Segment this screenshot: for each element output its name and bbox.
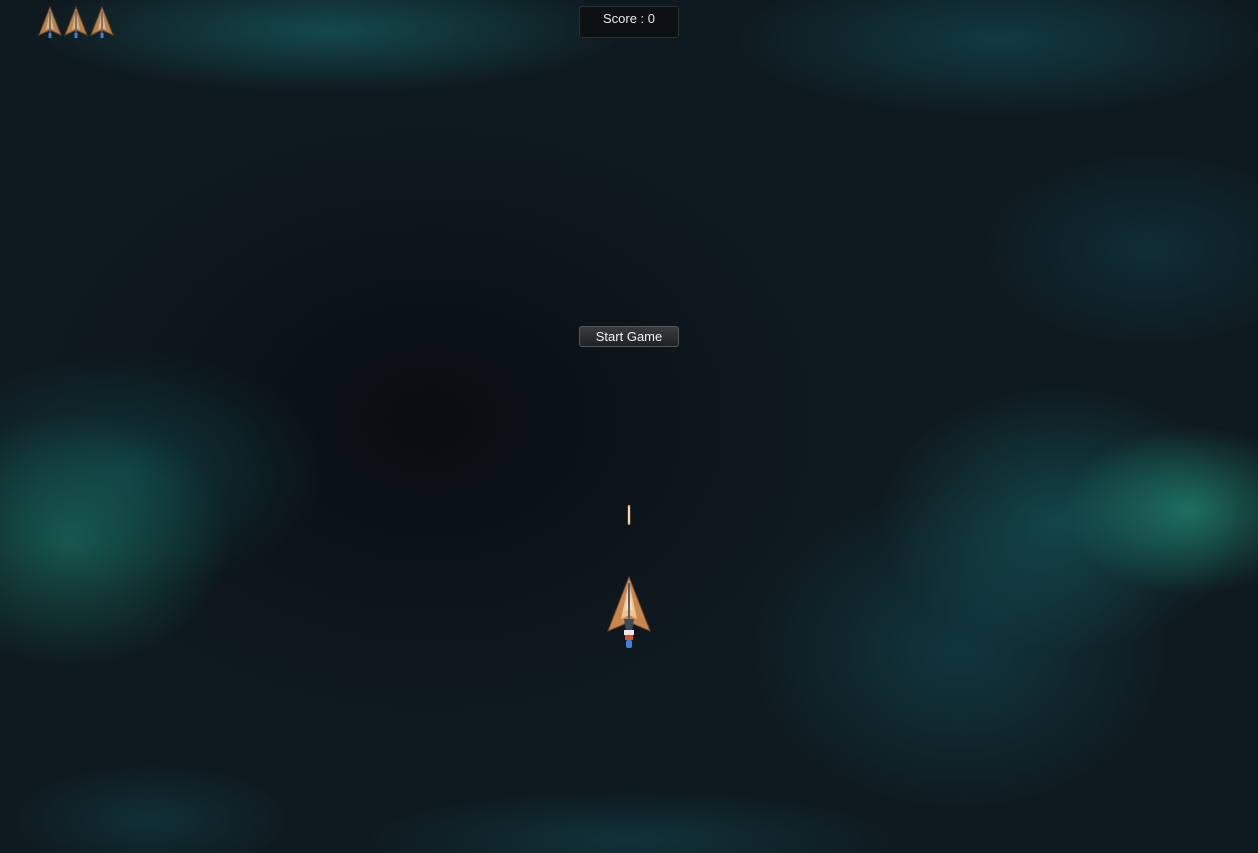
life-ship-icon (38, 6, 62, 38)
life-ship-icon (64, 6, 88, 38)
lives-indicator (38, 6, 114, 39)
start-game-button[interactable]: Start Game (579, 326, 679, 347)
player-ship-icon[interactable] (606, 575, 652, 653)
bullet-icon (627, 505, 631, 525)
score-text: Score : 0 (602, 11, 656, 26)
life-ship-icon (90, 6, 114, 38)
score-panel: Score : 0 (579, 6, 679, 38)
game-canvas[interactable]: Score : 0 Start Game (0, 0, 1258, 853)
